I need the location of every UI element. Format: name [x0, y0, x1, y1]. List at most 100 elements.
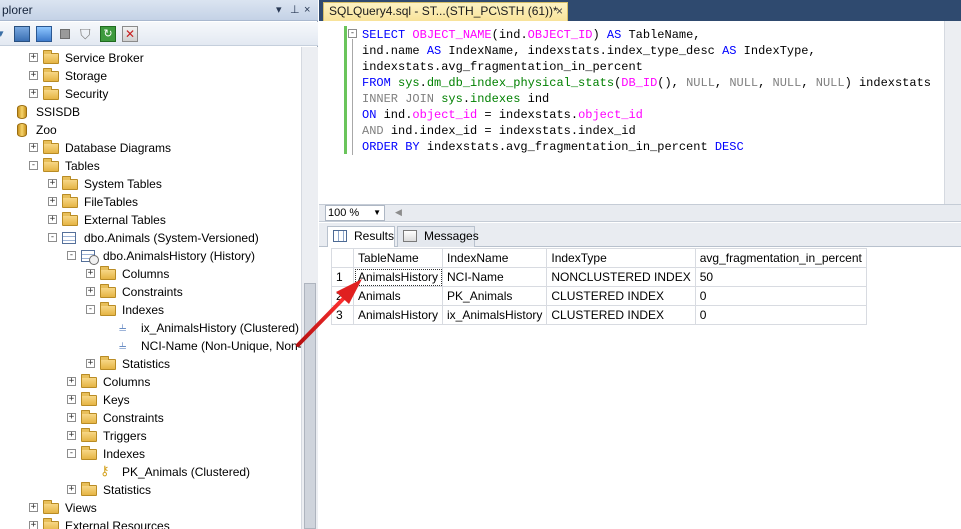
- tree-node[interactable]: + Database Diagrams: [0, 139, 301, 157]
- collapse-icon[interactable]: -: [48, 233, 57, 242]
- collapse-icon[interactable]: -: [67, 251, 76, 260]
- row-number[interactable]: 3: [331, 305, 354, 325]
- expand-icon[interactable]: +: [29, 71, 38, 80]
- code-line[interactable]: INNER JOIN sys.indexes ind: [362, 91, 931, 107]
- column-header[interactable]: avg_fragmentation_in_percent: [694, 248, 867, 268]
- row-number[interactable]: 2: [331, 286, 354, 306]
- expand-icon[interactable]: +: [29, 53, 38, 62]
- column-header[interactable]: IndexName: [442, 248, 548, 268]
- tree-node[interactable]: + Keys: [0, 391, 301, 409]
- grid-cell[interactable]: 50: [694, 267, 867, 287]
- tree-node[interactable]: - Tables: [0, 157, 301, 175]
- tree-node[interactable]: + Security: [0, 85, 301, 103]
- table-row[interactable]: 2 Animals PK_Animals CLUSTERED INDEX 0: [331, 286, 867, 306]
- tab-sqlquery4[interactable]: SQLQuery4.sql - ST...(STH_PC\STH (61))* …: [323, 2, 568, 21]
- dropdown-arrow-icon[interactable]: ▾: [0, 26, 14, 42]
- grid-cell[interactable]: AnimalsHistory: [352, 305, 444, 325]
- grid-corner[interactable]: [331, 248, 354, 268]
- tree-node[interactable]: + Service Broker: [0, 49, 301, 67]
- tree-node[interactable]: ⚷ PK_Animals (Clustered): [0, 463, 301, 481]
- tab-results[interactable]: Results: [327, 226, 395, 247]
- grid-cell[interactable]: 0: [694, 305, 867, 325]
- grid-cell[interactable]: NONCLUSTERED INDEX: [546, 267, 696, 287]
- expand-icon[interactable]: +: [29, 503, 38, 512]
- tree-node[interactable]: + Statistics: [0, 355, 301, 373]
- tree-node[interactable]: + System Tables: [0, 175, 301, 193]
- expand-icon[interactable]: +: [67, 431, 76, 440]
- expand-icon[interactable]: +: [48, 179, 57, 188]
- tree-node[interactable]: ⫨ ix_AnimalsHistory (Clustered): [0, 319, 301, 337]
- tree-node[interactable]: - dbo.Animals (System-Versioned): [0, 229, 301, 247]
- code-line[interactable]: ORDER BY indexstats.avg_fragmentation_in…: [362, 139, 931, 155]
- expand-icon[interactable]: +: [29, 143, 38, 152]
- code-line[interactable]: ind.name AS IndexName, indexstats.index_…: [362, 43, 931, 59]
- tab-messages[interactable]: Messages: [397, 226, 479, 247]
- grid-cell[interactable]: CLUSTERED INDEX: [546, 305, 696, 325]
- grid-cell[interactable]: AnimalsHistory: [352, 267, 444, 287]
- code-line[interactable]: ON ind.object_id = indexstats.object_id: [362, 107, 931, 123]
- grid-cell[interactable]: NCI-Name: [442, 267, 548, 287]
- tree-node[interactable]: - dbo.AnimalsHistory (History): [0, 247, 301, 265]
- sql-code[interactable]: SELECT OBJECT_NAME(ind.OBJECT_ID) AS Tab…: [362, 27, 931, 155]
- table-row[interactable]: 1 AnimalsHistory NCI-Name NONCLUSTERED INDE…: [331, 267, 867, 287]
- expand-icon[interactable]: +: [29, 89, 38, 98]
- query-editor[interactable]: - SELECT OBJECT_NAME(ind.OBJECT_ID) AS T…: [319, 21, 961, 204]
- editor-scrollbar[interactable]: [944, 21, 961, 204]
- expand-icon[interactable]: +: [86, 269, 95, 278]
- window-position-icon[interactable]: ▾: [276, 0, 282, 21]
- expand-icon[interactable]: +: [48, 197, 57, 206]
- expand-icon[interactable]: +: [48, 215, 57, 224]
- tree-node[interactable]: ⫨ NCI-Name (Non-Unique, Non-Cl: [0, 337, 301, 355]
- column-header[interactable]: TableName: [352, 248, 444, 268]
- pin-icon[interactable]: ⊥: [290, 0, 300, 21]
- row-number[interactable]: 1: [331, 267, 354, 287]
- tree-node[interactable]: Zoo: [0, 121, 301, 139]
- expand-icon[interactable]: +: [67, 395, 76, 404]
- refresh-icon[interactable]: ↻: [100, 26, 116, 42]
- column-header[interactable]: IndexType: [546, 248, 696, 268]
- tree-node[interactable]: + Views: [0, 499, 301, 517]
- code-line[interactable]: AND ind.index_id = indexstats.index_id: [362, 123, 931, 139]
- expand-icon[interactable]: +: [67, 413, 76, 422]
- tree-node[interactable]: + Constraints: [0, 409, 301, 427]
- tree-node[interactable]: + Constraints: [0, 283, 301, 301]
- collapse-icon[interactable]: -: [86, 305, 95, 314]
- expand-icon[interactable]: +: [67, 377, 76, 386]
- tree-node[interactable]: - Indexes: [0, 301, 301, 319]
- grid-cell[interactable]: PK_Animals: [442, 286, 548, 306]
- tree-node[interactable]: - Indexes: [0, 445, 301, 463]
- expand-icon[interactable]: +: [86, 359, 95, 368]
- disconnect-icon[interactable]: [36, 26, 52, 42]
- outline-collapse-icon[interactable]: -: [348, 29, 357, 38]
- results-grid[interactable]: TableName IndexName IndexType avg_fragmenta…: [331, 248, 867, 325]
- stop-icon[interactable]: [60, 29, 70, 39]
- activity-monitor-icon[interactable]: ✕: [122, 26, 138, 42]
- code-line[interactable]: SELECT OBJECT_NAME(ind.OBJECT_ID) AS Tab…: [362, 27, 931, 43]
- tree-node[interactable]: + External Resources: [0, 517, 301, 529]
- tree-node[interactable]: + Storage: [0, 67, 301, 85]
- tree-node[interactable]: + Columns: [0, 373, 301, 391]
- grid-cell[interactable]: CLUSTERED INDEX: [546, 286, 696, 306]
- collapse-icon[interactable]: -: [29, 161, 38, 170]
- tree-node[interactable]: + Columns: [0, 265, 301, 283]
- zoom-select[interactable]: 100 % ▼: [325, 205, 385, 221]
- tree-node[interactable]: + External Tables: [0, 211, 301, 229]
- code-line[interactable]: FROM sys.dm_db_index_physical_stats(DB_I…: [362, 75, 931, 91]
- code-line[interactable]: indexstats.avg_fragmentation_in_percent: [362, 59, 931, 75]
- grid-cell[interactable]: ix_AnimalsHistory: [442, 305, 548, 325]
- scrollbar-thumb[interactable]: [304, 283, 316, 529]
- expand-icon[interactable]: +: [29, 521, 38, 529]
- scroll-left-icon[interactable]: ◀: [395, 207, 402, 218]
- object-explorer-scrollbar[interactable]: [301, 47, 318, 529]
- tree-node[interactable]: + FileTables: [0, 193, 301, 211]
- filter-icon[interactable]: ⛉: [80, 26, 96, 42]
- expand-icon[interactable]: +: [86, 287, 95, 296]
- tree-node[interactable]: + Triggers: [0, 427, 301, 445]
- collapse-icon[interactable]: -: [67, 449, 76, 458]
- tab-close-icon[interactable]: ×: [556, 3, 563, 20]
- grid-cell[interactable]: Animals: [352, 286, 444, 306]
- tree-node[interactable]: SSISDB: [0, 103, 301, 121]
- close-icon[interactable]: ×: [304, 0, 310, 21]
- connect-icon[interactable]: [14, 26, 30, 42]
- expand-icon[interactable]: +: [67, 485, 76, 494]
